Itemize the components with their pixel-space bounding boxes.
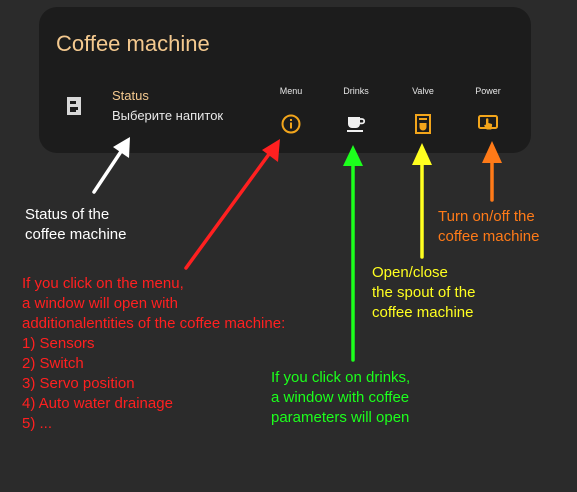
menu-arrow (184, 139, 280, 270)
annotation-line: Turn on/off the (438, 208, 535, 225)
annotation-line: coffee machine (25, 226, 127, 243)
annotation-line: 3) Servo position (22, 375, 135, 392)
annotation-line: If you click on drinks, (271, 369, 411, 386)
status-annotation: Status of the coffee machine (25, 205, 126, 245)
annotation-line: 4) Auto water drainage (22, 395, 173, 412)
power-arrow (482, 141, 502, 202)
annotation-line: 2) Switch (22, 355, 84, 372)
status-arrow (92, 137, 130, 194)
annotation-line: a window with coffee (271, 389, 410, 406)
annotation-line: 5) ... (22, 415, 53, 432)
power-annotation: Turn on/off the coffee machine (438, 207, 539, 247)
annotation-line: a window will open with (22, 295, 178, 312)
annotation-line: the spout of the (372, 284, 476, 301)
annotation-line: Status of the (25, 206, 110, 223)
drinks-arrow (343, 145, 363, 362)
annotation-line: If you click on the menu, (22, 275, 184, 292)
annotation-line: parameters will open (271, 409, 410, 426)
annotation-line: coffee machine (372, 304, 474, 321)
annotation-line: coffee machine (438, 228, 540, 245)
annotation-line: additionalentities of the coffee machine… (22, 315, 286, 332)
annotation-line: Open/close (372, 264, 448, 281)
menu-annotation: If you click on the menu, a window will … (22, 274, 285, 434)
valve-annotation: Open/close the spout of the coffee machi… (372, 263, 475, 323)
annotation-line: 1) Sensors (22, 335, 95, 352)
valve-arrow (412, 143, 432, 259)
drinks-annotation: If you click on drinks, a window with co… (271, 368, 410, 428)
